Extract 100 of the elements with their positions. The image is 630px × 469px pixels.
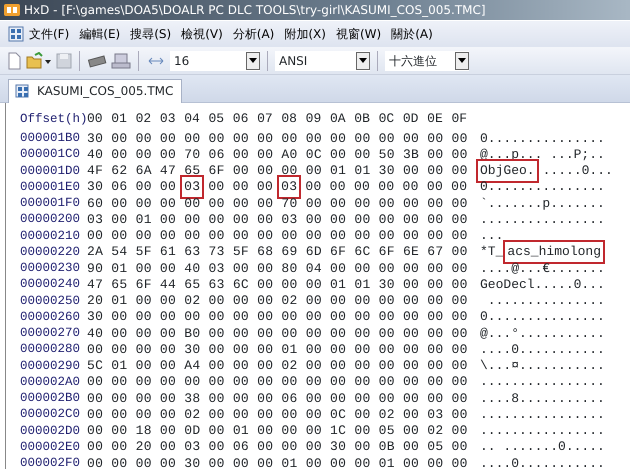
hex-bytes: 00 00 00 00 30 00 00 00 01 00 00 00 01 00 00 00 xyxy=(87,454,468,469)
column-header: 07 xyxy=(257,110,274,128)
ascii-text: 0............... xyxy=(480,178,605,196)
offset-label: 00000260 xyxy=(19,308,82,326)
ascii-text: 0............... xyxy=(480,130,605,148)
offset-label: 000001E0 xyxy=(19,178,82,196)
offset-label: 00000270 xyxy=(19,325,82,342)
menu-item[interactable]: 文件(F) xyxy=(24,23,74,45)
hex-bytes: 00 00 00 00 00 00 00 00 00 00 00 00 00 00 00 00 xyxy=(87,373,468,392)
offset-label: 00000210 xyxy=(19,228,82,244)
window-title: HxD - [F:\games\DOA5\DOALR PC DLC TOOLS\try-girl\KASUMI_COS_005.TMC] xyxy=(24,2,486,19)
open-folder-icon[interactable] xyxy=(26,52,52,70)
ascii-text: `.......p....... xyxy=(480,194,605,213)
menu-item[interactable]: 關於(A) xyxy=(386,23,438,45)
hex-bytes: 00 00 00 00 02 00 00 00 00 00 0C 00 02 00 03 00 xyxy=(87,406,468,424)
offset-label: 00000250 xyxy=(19,292,82,310)
column-header: 05 xyxy=(208,110,226,128)
offset-label: 000002B0 xyxy=(19,390,82,407)
offset-label: 00000230 xyxy=(19,260,82,277)
offset-label: 00000290 xyxy=(19,358,82,374)
ascii-text: ................ xyxy=(480,373,605,392)
bytes-per-row-select[interactable]: 16 xyxy=(170,50,260,70)
menu-item[interactable]: 視窗(W) xyxy=(330,23,386,45)
hex-bytes: 30 00 00 00 00 00 00 00 00 00 00 00 00 00 00 00 xyxy=(87,130,468,148)
hex-bytes: 00 00 20 00 03 00 06 00 00 00 30 00 0B 00 05 00 xyxy=(87,438,468,456)
column-header: 00 xyxy=(87,110,104,128)
column-header: 0C xyxy=(378,110,396,128)
column-header: 0D xyxy=(402,110,420,128)
offset-label: 00000280 xyxy=(19,341,82,358)
hex-bytes: 00 00 00 xyxy=(208,178,274,196)
highlight-box: ObjGeo. xyxy=(478,161,537,181)
menu-item[interactable]: 搜尋(S) xyxy=(125,23,176,45)
ascii-text: ....0........... xyxy=(480,340,605,359)
ascii-text: 0............... xyxy=(480,308,605,326)
offset-label: 000001D0 xyxy=(19,162,82,180)
hex-bytes: 30 00 00 00 00 00 00 00 00 00 00 00 00 00 00 00 xyxy=(87,308,468,326)
ascii-text: \...¤........... xyxy=(480,357,605,376)
hex-bytes: 00 00 00 00 00 00 00 xyxy=(305,178,468,196)
menu-item[interactable]: 附加(X) xyxy=(279,23,331,45)
offset-label: 000001C0 xyxy=(19,146,82,164)
hex-bytes: 00 00 00 00 38 00 00 00 06 00 00 00 00 00 00 00 xyxy=(87,390,468,408)
menu-item[interactable]: 編輯(E) xyxy=(74,23,126,45)
column-header: 08 xyxy=(281,110,298,128)
offset-label: 000002D0 xyxy=(19,422,82,440)
column-header: 0F xyxy=(451,110,468,128)
charset-select[interactable]: ANSI xyxy=(275,50,370,70)
ascii-text: *T_ xyxy=(480,243,504,262)
highlight-box: acs_himolong xyxy=(505,242,604,262)
ascii-text: ....@...€....... xyxy=(480,260,605,278)
column-header: 01 xyxy=(111,110,128,128)
hex-bytes: 90 01 00 00 40 03 00 00 80 04 00 00 00 00 00 00 xyxy=(87,260,468,278)
hex-bytes: 2A 54 5F 61 63 73 5F 68 69 6D 6F 6C 6F 6E 67 00 xyxy=(87,243,468,262)
document-icon[interactable] xyxy=(8,26,24,42)
file-tab[interactable]: KASUMI_COS_005.TMC xyxy=(8,79,182,103)
ascii-text: @...p... ...P;.. xyxy=(480,146,605,164)
offset-label: 00000240 xyxy=(19,276,82,294)
offset-label: 000002E0 xyxy=(19,438,82,456)
hex-bytes: 20 01 00 00 02 00 00 00 02 00 00 00 00 00 00 00 xyxy=(87,292,468,310)
column-header: 06 xyxy=(232,110,250,128)
hex-bytes: 5C 01 00 00 A4 00 00 00 02 00 00 00 00 00 00 00 xyxy=(87,357,468,376)
disk-drive-icon[interactable] xyxy=(111,52,131,70)
ascii-text: GeoDecl.....0... xyxy=(480,276,605,294)
column-header: 02 xyxy=(136,110,152,128)
offset-label: 000001F0 xyxy=(19,195,82,212)
ascii-text: ................ xyxy=(480,422,605,440)
offset-label: 000002F0 xyxy=(19,455,82,469)
column-header: 0A xyxy=(330,110,347,128)
menu-item[interactable]: 檢視(V) xyxy=(176,23,228,45)
column-header: 09 xyxy=(306,110,322,128)
hex-bytes: 03 00 01 00 00 00 00 00 03 00 00 00 00 00 00 00 xyxy=(87,210,468,229)
offset-header: Offset(h) xyxy=(19,110,87,128)
document-icon xyxy=(15,84,29,98)
offset-label: 000001B0 xyxy=(19,130,82,147)
hex-bytes: 00 00 00 00 30 00 00 00 01 00 00 00 00 00 00 00 xyxy=(87,340,468,359)
ascii-text: @...°........... xyxy=(480,324,605,343)
column-header: 0B xyxy=(354,110,371,128)
hex-bytes: 30 06 00 00 xyxy=(87,178,176,196)
ascii-text: ................ xyxy=(480,406,605,424)
new-file-icon[interactable] xyxy=(6,52,22,70)
app-icon xyxy=(4,3,20,17)
offset-label: 00000220 xyxy=(19,244,82,261)
ascii-text: ....0........... xyxy=(480,454,605,469)
hex-bytes: 00 00 18 00 0D 00 01 00 00 00 1C 00 05 00 02 00 xyxy=(87,422,468,440)
column-header: 0E xyxy=(427,110,444,128)
menu-item[interactable]: 分析(A) xyxy=(228,23,280,45)
hex-bytes: 00 00 00 00 00 00 00 00 00 00 00 00 00 00 00 00 xyxy=(87,227,468,246)
ascii-text: ... xyxy=(480,227,504,246)
ascii-text: ................ xyxy=(480,210,605,229)
hex-bytes: 40 00 00 00 70 06 00 00 A0 0C 00 00 50 3B 00 00 xyxy=(87,146,468,164)
ascii-text: ............... xyxy=(486,292,605,310)
hex-bytes: 47 65 6F 44 65 63 6C 00 00 00 01 01 30 00 00 00 xyxy=(87,276,468,294)
ascii-text: .....0... xyxy=(542,162,613,180)
caret-icon[interactable] xyxy=(249,58,257,63)
offset-base-select[interactable]: 十六進位 xyxy=(385,50,469,70)
hex-bytes: 40 00 00 00 B0 00 00 00 00 00 00 00 00 00 00 00 xyxy=(87,324,468,343)
offset-label: 00000200 xyxy=(19,211,82,228)
offset-label: 000002A0 xyxy=(19,374,82,391)
column-header: 03 xyxy=(160,110,176,128)
caret-icon[interactable] xyxy=(359,58,367,63)
caret-icon[interactable] xyxy=(458,58,466,63)
